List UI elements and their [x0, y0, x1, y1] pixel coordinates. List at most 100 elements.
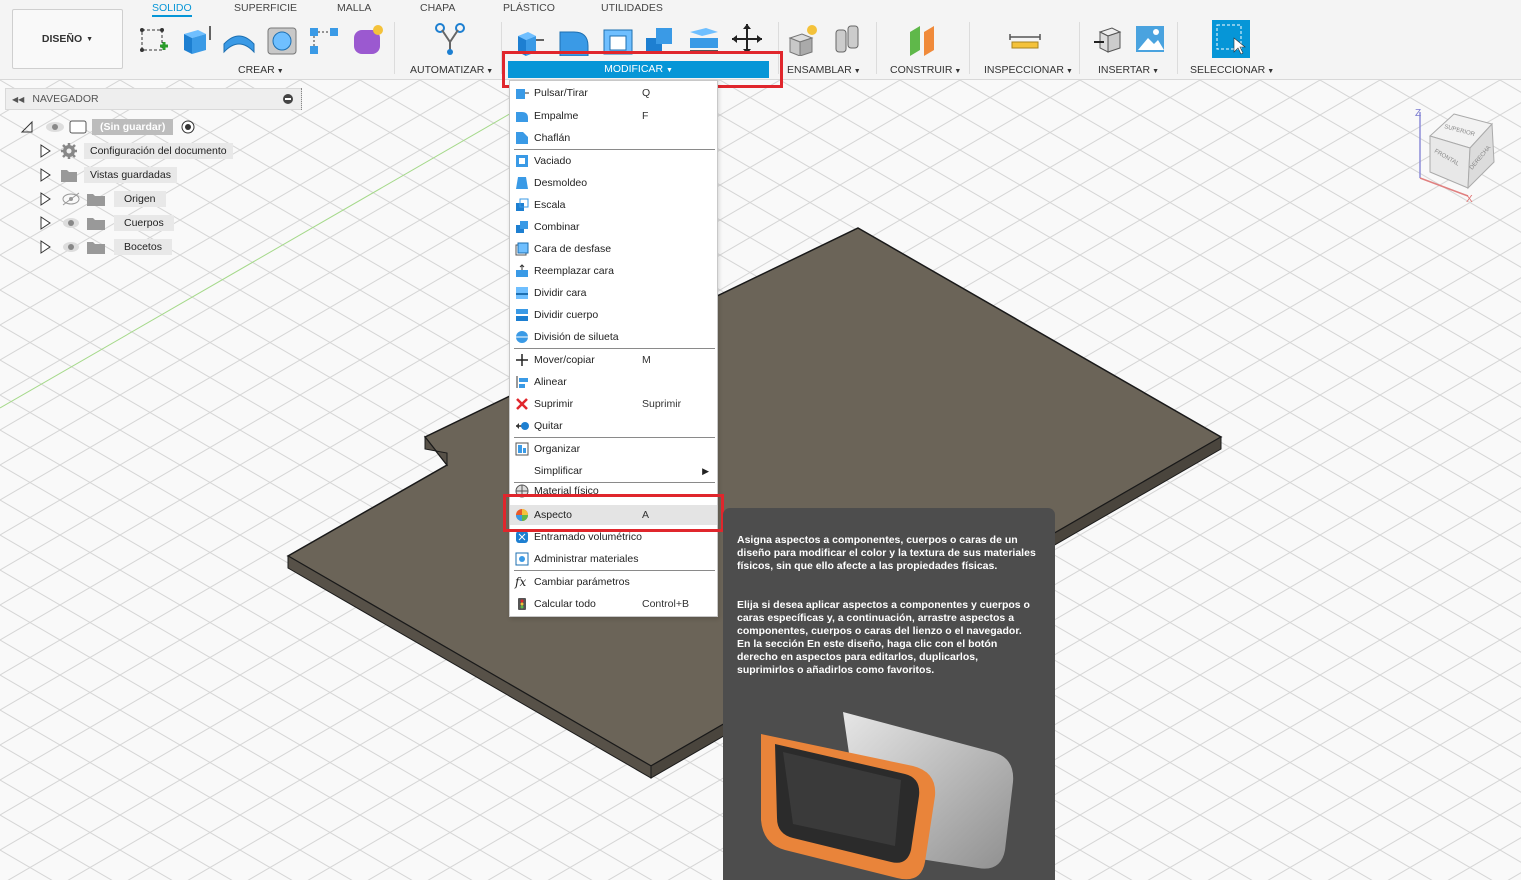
remove-icon	[515, 419, 529, 433]
menu-item-label: Suprimir	[534, 398, 574, 410]
expand-triangle-icon[interactable]	[38, 216, 52, 230]
extrude-icon[interactable]	[180, 22, 212, 56]
menu-item-press-pull[interactable]: Pulsar/Tirar Q	[510, 83, 717, 103]
navigator-header[interactable]: ◀◀ NAVEGADOR	[5, 88, 302, 110]
menu-item-compute-all[interactable]: Calcular todo Control+B	[510, 594, 717, 614]
collapse-left-icon[interactable]: ◀◀	[12, 95, 24, 104]
menu-item-shell[interactable]: Vaciado	[510, 151, 717, 171]
menu-item-manage-materials[interactable]: Administrar materiales	[510, 549, 717, 569]
menu-item-align[interactable]: Alinear	[510, 372, 717, 392]
menu-item-simplify[interactable]: Simplificar ▶	[510, 461, 717, 481]
expand-triangle-icon[interactable]	[38, 144, 52, 158]
menu-item-scale[interactable]: Escala	[510, 195, 717, 215]
activate-radio-icon[interactable]	[179, 119, 197, 135]
group-automatizar[interactable]: AUTOMATIZAR ▼	[410, 64, 493, 76]
tooltip-instructions: Elija si desea aplicar aspectos a compon…	[737, 599, 1030, 676]
menu-item-change-parameters[interactable]: fx Cambiar parámetros	[510, 572, 717, 592]
scale-icon	[515, 198, 529, 212]
tab-malla[interactable]: MALLA	[337, 2, 371, 14]
group-construir-label: CONSTRUIR	[890, 64, 953, 76]
insert-canvas-icon[interactable]	[1134, 22, 1166, 56]
compute-all-icon	[515, 597, 529, 611]
silhouette-split-icon	[515, 330, 529, 344]
tooltip-preview-image	[761, 712, 1014, 880]
menu-shortcut: Suprimir	[642, 398, 682, 410]
expand-triangle-icon[interactable]	[38, 168, 52, 182]
hole-icon[interactable]	[266, 22, 298, 56]
eye-icon[interactable]	[60, 240, 82, 254]
eye-hidden-icon[interactable]	[60, 192, 82, 206]
eye-icon[interactable]	[42, 120, 68, 134]
menu-item-split-body[interactable]: Dividir cuerpo	[510, 305, 717, 325]
menu-item-split-face[interactable]: Dividir cara	[510, 283, 717, 303]
expand-triangle-icon[interactable]	[38, 192, 52, 206]
tab-solido[interactable]: SOLIDO	[152, 2, 192, 17]
menu-item-replace-face[interactable]: Reemplazar cara	[510, 261, 717, 281]
menu-shortcut: F	[642, 110, 649, 122]
root-label: (Sin guardar)	[92, 119, 174, 135]
tree-item-sketches[interactable]: Bocetos	[38, 237, 172, 257]
workspace-switcher[interactable]: DISEÑO ▼	[12, 9, 123, 69]
delete-icon	[515, 397, 529, 411]
arrange-icon	[515, 442, 529, 456]
chevron-down-icon: ▼	[853, 68, 861, 75]
browser-navigator: ◀◀ NAVEGADOR	[5, 88, 302, 110]
folder-icon	[61, 170, 77, 182]
resize-handle[interactable]	[301, 88, 304, 110]
menu-item-chamfer[interactable]: Chaflán	[510, 128, 717, 148]
tree-label: Vistas guardadas	[84, 167, 177, 183]
draft-icon	[515, 176, 529, 190]
form-icon[interactable]	[352, 22, 384, 56]
group-crear[interactable]: CREAR ▼	[238, 64, 284, 76]
pattern-icon[interactable]	[308, 22, 340, 56]
new-component-icon[interactable]	[788, 22, 820, 57]
menu-item-combine[interactable]: Combinar	[510, 217, 717, 237]
expanded-triangle-icon[interactable]	[20, 120, 34, 134]
menu-item-draft[interactable]: Desmoldeo	[510, 173, 717, 193]
menu-item-fillet[interactable]: Empalme F	[510, 106, 717, 126]
tab-superficie[interactable]: SUPERFICIE	[234, 2, 297, 14]
joint-icon[interactable]	[832, 22, 864, 56]
menu-item-remove[interactable]: Quitar	[510, 416, 717, 436]
tree-root[interactable]: (Sin guardar)	[20, 117, 197, 137]
fillet-icon	[515, 109, 529, 123]
view-cube[interactable]: Z X SUPERIOR FRONTAL DERECHA	[1410, 104, 1510, 205]
tree-item-bodies[interactable]: Cuerpos	[38, 213, 174, 233]
menu-item-label: Pulsar/Tirar	[534, 87, 588, 99]
automate-icon[interactable]	[432, 22, 465, 56]
menu-item-offset-face[interactable]: Cara de desfase	[510, 239, 717, 259]
select-icon[interactable]	[1212, 20, 1250, 58]
expand-triangle-icon[interactable]	[38, 240, 52, 254]
tree-label: Origen	[114, 191, 166, 207]
shell-icon	[515, 154, 529, 168]
menu-item-arrange[interactable]: Organizar	[510, 439, 717, 459]
menu-shortcut: Q	[642, 87, 651, 99]
menu-item-delete[interactable]: Suprimir Suprimir	[510, 394, 717, 414]
tab-chapa[interactable]: CHAPA	[420, 2, 455, 14]
chevron-down-icon: ▼	[1152, 68, 1160, 75]
split-body-icon	[515, 308, 529, 322]
measure-icon[interactable]	[1008, 22, 1041, 56]
group-ensamblar[interactable]: ENSAMBLAR ▼	[787, 64, 861, 76]
eye-icon[interactable]	[60, 216, 82, 230]
chevron-down-icon: ▼	[276, 68, 284, 75]
menu-item-move-copy[interactable]: Mover/copiar M	[510, 350, 717, 370]
tree-item-saved-views[interactable]: Vistas guardadas	[38, 165, 177, 185]
revolve-icon[interactable]	[222, 22, 255, 56]
group-insertar[interactable]: INSERTAR ▼	[1098, 64, 1159, 76]
tab-utilidades[interactable]: UTILIDADES	[601, 2, 663, 14]
insert-derive-icon[interactable]	[1092, 22, 1124, 56]
group-inspeccionar-label: INSPECCIONAR	[984, 64, 1064, 76]
create-sketch-icon[interactable]	[138, 22, 170, 56]
divider	[876, 22, 877, 74]
group-construir[interactable]: CONSTRUIR ▼	[890, 64, 961, 76]
offset-plane-icon[interactable]	[906, 22, 938, 56]
group-inspeccionar[interactable]: INSPECCIONAR ▼	[984, 64, 1073, 76]
tree-item-origin[interactable]: Origen	[38, 189, 166, 209]
minimize-icon[interactable]	[283, 94, 293, 104]
tab-plastico[interactable]: PLÁSTICO	[503, 2, 555, 14]
menu-item-silhouette-split[interactable]: División de silueta	[510, 327, 717, 347]
tree-item-document-settings[interactable]: Configuración del documento	[38, 141, 233, 161]
press-pull-icon	[515, 86, 529, 100]
group-seleccionar[interactable]: SELECCIONAR ▼	[1190, 64, 1274, 76]
